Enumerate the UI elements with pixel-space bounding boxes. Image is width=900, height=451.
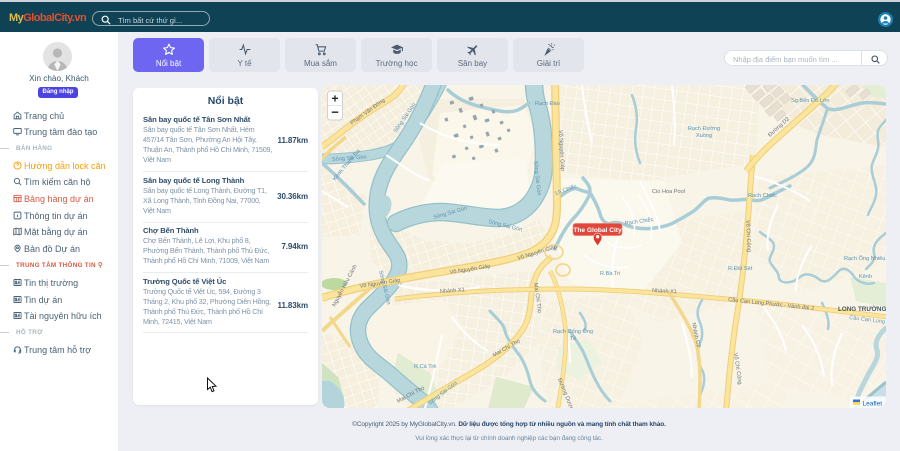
svg-text:LONG TRƯỜNG: LONG TRƯỜNG [838, 304, 886, 313]
svg-text:Sg.Bến Đò Lớn: Sg.Bến Đò Lớn [791, 98, 830, 104]
svg-text:−: − [331, 105, 339, 120]
svg-text:Rạch Ông Nhiêu: Rạch Ông Nhiêu [844, 255, 885, 262]
svg-text:Rạch Đường: Rạch Đường [688, 126, 720, 132]
svg-text:Rạch Chiếc: Rạch Chiếc [748, 193, 777, 199]
svg-text:R.Cá Trê: R.Cá Trê [414, 364, 436, 370]
svg-text:Kênh: Kênh [859, 274, 872, 280]
svg-text:Rạch Đào: Rạch Đào [535, 101, 560, 107]
svg-text:+: + [331, 92, 338, 106]
svg-text:Cio Hoa Pool: Cio Hoa Pool [652, 189, 685, 195]
svg-text:Xuồng: Xuồng [696, 133, 712, 139]
svg-text:Rạch Cống Ông: Rạch Cống Ông [553, 328, 593, 335]
svg-text:R.Đất Sét: R.Đất Sét [728, 266, 753, 272]
svg-text:Leaflet: Leaflet [863, 400, 883, 407]
svg-text:Tề: Tề [570, 336, 577, 342]
svg-text:R.Bà Tri: R.Bà Tri [600, 271, 620, 277]
